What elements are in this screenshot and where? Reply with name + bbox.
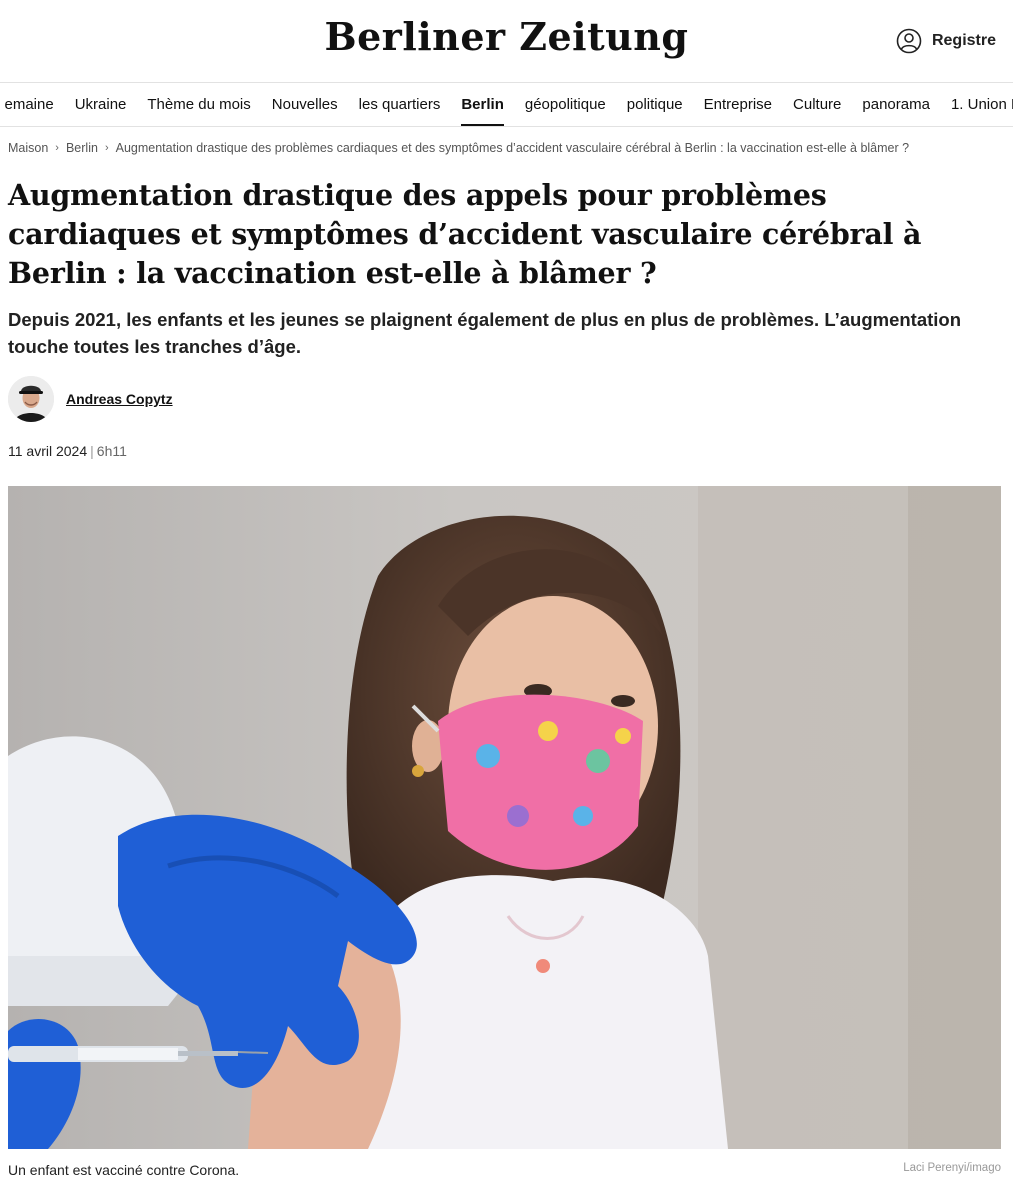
- article-headline: Augmentation drastique des appels pour p…: [8, 178, 922, 290]
- article-subtitle: Depuis 2021, les enfants et les jeunes s…: [8, 309, 962, 357]
- site-header: Berliner Zeitung Registre: [0, 0, 1013, 83]
- nav-item-les-quartiers[interactable]: les quartiers: [348, 83, 451, 126]
- breadcrumb-current: Augmentation drastique des problèmes car…: [115, 141, 910, 155]
- article-dateline: 11 avril 2024 | 6h11: [8, 443, 127, 459]
- nav-item-semaine[interactable]: emaine: [0, 83, 64, 126]
- site-logo[interactable]: Berliner Zeitung: [0, 14, 1013, 59]
- nav-item-entreprise[interactable]: Entreprise: [693, 83, 782, 126]
- nav-item-union-fc[interactable]: 1. Union FC: [940, 83, 1013, 126]
- breadcrumb-section[interactable]: Berlin: [66, 141, 98, 155]
- account-label: Registre: [931, 32, 996, 49]
- author-name-link[interactable]: Andreas Copytz: [66, 391, 173, 407]
- article-hero-image[interactable]: [8, 486, 1001, 1149]
- nav-item-panorama[interactable]: panorama: [852, 83, 941, 126]
- dateline-divider: |: [90, 443, 94, 459]
- image-credit: Laci Perenyi/imago: [903, 1162, 1001, 1174]
- nav-item-politique[interactable]: politique: [616, 83, 693, 126]
- nav-item-theme-du-mois[interactable]: Thème du mois: [137, 83, 261, 126]
- author-block: Andreas Copytz: [8, 376, 173, 422]
- chevron-right-icon: ›: [104, 142, 109, 154]
- nav-item-culture[interactable]: Culture: [783, 83, 852, 126]
- nav-item-berlin[interactable]: Berlin: [451, 83, 515, 126]
- article-date: 11 avril 2024: [8, 443, 88, 459]
- user-circle-icon: [896, 28, 922, 54]
- nav-item-ukraine[interactable]: Ukraine: [64, 83, 137, 126]
- breadcrumb: Maison › Berlin › Augmentation drastique…: [8, 141, 909, 155]
- breadcrumb-home[interactable]: Maison: [8, 141, 48, 155]
- author-avatar[interactable]: [8, 376, 54, 422]
- nav-item-geopolitique[interactable]: géopolitique: [514, 83, 616, 126]
- chevron-right-icon: ›: [55, 142, 59, 154]
- article-time: 6h11: [96, 443, 127, 459]
- nav-item-nouvelles[interactable]: Nouvelles: [261, 83, 348, 126]
- account-button[interactable]: Registre: [896, 28, 996, 54]
- image-caption: Un enfant est vacciné contre Corona.: [8, 1162, 240, 1178]
- main-nav: emaine Ukraine Thème du mois Nouvelles l…: [0, 83, 1013, 127]
